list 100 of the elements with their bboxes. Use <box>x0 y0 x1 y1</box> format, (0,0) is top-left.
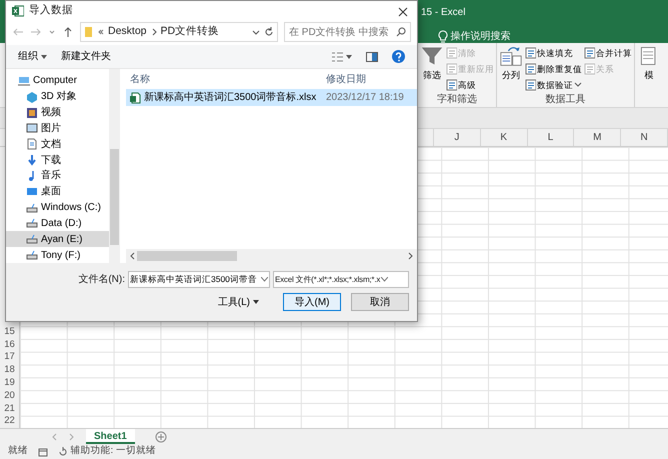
view-options-button[interactable] <box>331 52 352 62</box>
address-bar[interactable]: Desktop PD文件转换 <box>80 22 278 42</box>
chevron-icon <box>150 26 157 38</box>
row-header[interactable]: 19 <box>0 376 19 390</box>
file-row[interactable]: 新课标高中英语词汇3500词带音标.xlsx 2023/12/17 18:19 <box>126 89 417 106</box>
help-icon <box>392 50 405 63</box>
ribbon-button[interactable]: 分列 <box>499 45 523 93</box>
status-text: 就绪 <box>8 444 28 458</box>
arrow-right-icon <box>408 252 414 260</box>
column-header[interactable]: K <box>480 128 528 146</box>
command-icon <box>584 63 595 75</box>
sidebar-item[interactable]: Ayan (E:) <box>6 231 109 248</box>
search-field[interactable]: 在 PD文件转换 中搜索 <box>284 22 411 42</box>
tell-me-search[interactable]: 操作说明搜索 <box>421 29 668 44</box>
organize-menu[interactable]: 组织 <box>18 49 47 64</box>
accessibility-icon <box>58 446 68 457</box>
arrow-left-icon <box>129 252 135 260</box>
breadcrumb[interactable]: Desktop <box>108 24 147 40</box>
command-icon <box>525 47 536 59</box>
image-icon <box>26 122 38 134</box>
refresh-icon[interactable] <box>264 26 274 38</box>
sidebar-item[interactable]: Computer <box>6 73 109 89</box>
filename-label: 文件名(N): <box>78 272 125 287</box>
list-view-icon <box>331 52 343 62</box>
scrollbar[interactable] <box>109 69 120 263</box>
download-icon <box>26 154 38 166</box>
row-header[interactable]: 20 <box>0 390 19 402</box>
sidebar-item[interactable]: 音乐 <box>6 168 109 184</box>
new-folder-button[interactable]: 新建文件夹 <box>61 49 111 64</box>
sidebar-item[interactable]: 文档 <box>6 136 109 152</box>
preview-pane-button[interactable] <box>366 52 378 62</box>
sidebar-item[interactable]: 下载 <box>6 152 109 168</box>
column-header[interactable]: 名称 <box>126 72 326 86</box>
breadcrumb[interactable]: PD文件转换 <box>160 24 220 40</box>
import-button[interactable]: 导入(M) <box>283 293 341 311</box>
sidebar-item[interactable]: Tony (F:) <box>6 247 109 263</box>
ribbon-button[interactable]: 合并计算 <box>584 45 632 61</box>
sheet-tab[interactable]: Sheet1 <box>86 429 135 444</box>
dropdown-icon <box>381 277 388 282</box>
ribbon-button[interactable]: 删除重复值 <box>525 61 582 77</box>
command-icon <box>446 63 457 75</box>
computer-icon <box>18 74 30 87</box>
sidebar-item[interactable]: 图片 <box>6 120 109 136</box>
drive-icon <box>26 217 38 230</box>
column-header[interactable]: N <box>621 128 668 146</box>
sidebar-item[interactable]: 桌面 <box>6 184 109 200</box>
drive-icon <box>26 202 38 214</box>
add-sheet-icon[interactable] <box>154 430 167 443</box>
scrollbar[interactable] <box>126 249 417 263</box>
sidebar-item[interactable]: 视频 <box>6 104 109 120</box>
column-header[interactable]: 修改日期 <box>326 72 366 86</box>
row-header[interactable]: 21 <box>0 402 19 416</box>
group-label: 数据工具 <box>544 93 586 107</box>
excel-icon <box>12 5 24 17</box>
cancel-button[interactable]: 取消 <box>351 293 409 311</box>
drive-icon <box>26 233 38 246</box>
pane-icon <box>366 52 378 62</box>
search-icon <box>396 27 406 37</box>
row-header[interactable]: 22 <box>0 415 19 428</box>
filename-field[interactable]: 新课标高中英语词汇3500词带音 <box>128 271 270 288</box>
command-icon <box>446 47 457 59</box>
command-icon <box>525 79 536 91</box>
desktop-icon <box>26 186 38 198</box>
dialog-title: 导入数据 <box>29 3 73 18</box>
group-label: 字和筛选 <box>436 93 478 107</box>
row-header[interactable]: 16 <box>0 338 19 352</box>
sidebar-item[interactable]: Windows (C:) <box>6 200 109 216</box>
column-header[interactable]: L <box>528 128 574 146</box>
row-header[interactable]: 17 <box>0 351 19 364</box>
row-header[interactable]: 18 <box>0 364 19 377</box>
excel-file-icon <box>130 92 141 104</box>
ribbon-button[interactable]: 筛选 <box>420 45 444 93</box>
folder-icon <box>84 26 93 38</box>
sidebar-item[interactable]: Data (D:) <box>6 215 109 232</box>
help-button[interactable] <box>392 50 405 63</box>
window-title: 15 - Excel <box>421 6 466 20</box>
cube-icon <box>26 90 38 103</box>
sidebar-item[interactable]: 3D 对象 <box>6 88 109 105</box>
ribbon-button[interactable]: 快速填充 <box>525 45 582 61</box>
ribbon-button[interactable]: 高级 <box>446 77 494 93</box>
column-header[interactable]: M <box>574 128 622 146</box>
command-icon <box>446 79 457 91</box>
caret-icon <box>574 82 582 88</box>
file-type-select[interactable]: Excel 文件(*.xl*;*.xlsx;*.xlsm;*.x <box>273 271 409 288</box>
ribbon-button[interactable]: 模 <box>637 45 661 107</box>
dropdown-icon <box>261 277 268 282</box>
ribbon-button[interactable]: 数据验证 <box>525 77 582 93</box>
column-header[interactable]: J <box>434 128 481 146</box>
drive-icon <box>26 249 38 262</box>
tools-menu[interactable]: 工具(L) <box>218 294 259 310</box>
caret-icon <box>346 54 352 58</box>
command-icon <box>525 63 536 75</box>
filter-icon <box>421 45 443 67</box>
command-icon <box>584 47 595 59</box>
accessibility-status[interactable]: 辅助功能: 一切就绪 <box>58 444 156 459</box>
film-icon <box>26 106 38 119</box>
caret-icon <box>253 300 259 304</box>
close-icon <box>398 7 408 18</box>
row-header[interactable]: 15 <box>0 326 19 339</box>
up-icon[interactable] <box>62 26 74 38</box>
